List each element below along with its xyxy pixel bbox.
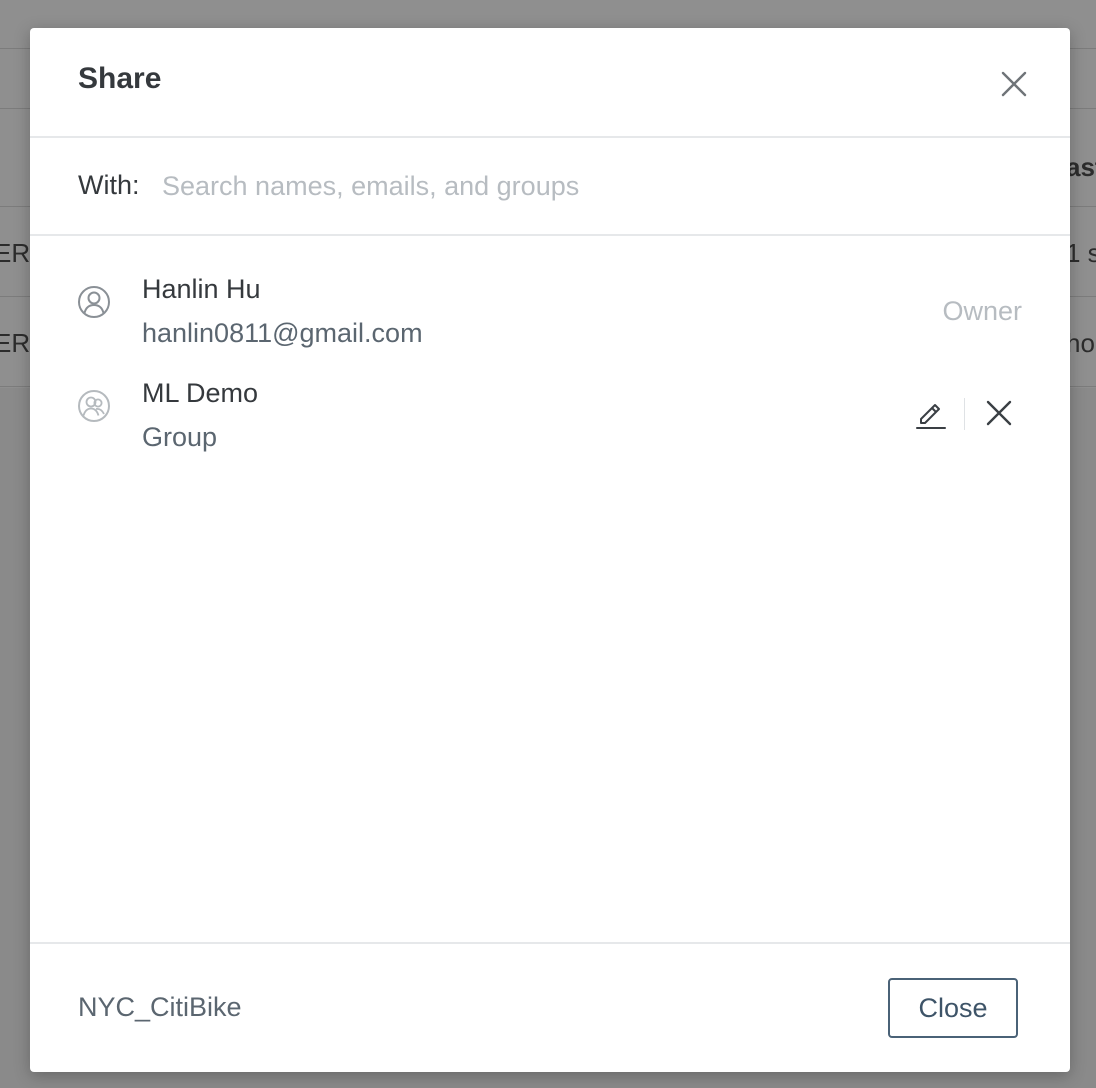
member-name: Hanlin Hu — [142, 274, 261, 304]
background-cell: 1 s — [1066, 238, 1096, 268]
member-type: Group — [142, 422, 218, 452]
member-name: ML Demo — [142, 378, 259, 408]
dialog-footer: NYC_CitiBike Close — [30, 942, 1070, 1072]
remove-icon[interactable] — [982, 396, 1016, 430]
close-button[interactable]: Close — [888, 978, 1018, 1038]
dialog-header: Share — [30, 28, 1070, 138]
list-item: ML Demo Group — [30, 378, 1070, 468]
search-input[interactable] — [162, 164, 1002, 208]
action-divider — [964, 398, 965, 430]
share-with-row: With: — [30, 138, 1070, 236]
background-cell: ER — [0, 328, 31, 358]
edit-icon[interactable] — [914, 396, 948, 430]
background-cell: ER — [0, 238, 31, 268]
background-column-header: ast — [1066, 152, 1096, 182]
list-item: Hanlin Hu hanlin0811@gmail.com Owner — [30, 274, 1070, 364]
background-cell: ho — [1066, 328, 1095, 358]
member-email: hanlin0811@gmail.com — [142, 318, 423, 348]
close-icon[interactable] — [996, 66, 1032, 102]
shared-item-name: NYC_CitiBike — [78, 992, 242, 1022]
user-icon — [76, 284, 112, 320]
owner-role-label: Owner — [942, 296, 1022, 326]
group-icon — [76, 388, 112, 424]
with-label: With: — [78, 170, 140, 200]
share-dialog: Share With: Hanlin Hu hanlin0811@gmail.c… — [30, 28, 1070, 1072]
dialog-title: Share — [78, 62, 162, 95]
